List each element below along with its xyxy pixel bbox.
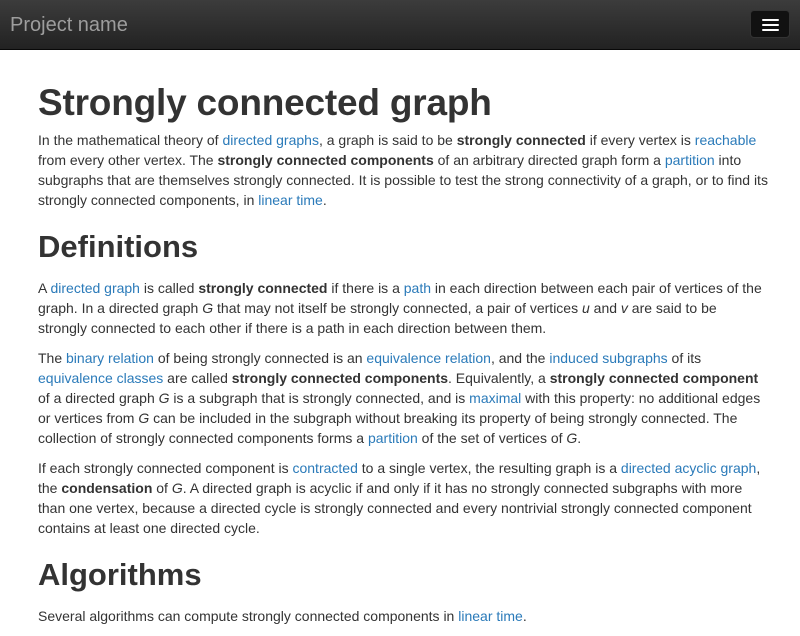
link-equivalence-relation[interactable]: equivalence relation: [366, 350, 491, 366]
brand-link[interactable]: Project name: [10, 13, 128, 37]
section-heading-algorithms: Algorithms: [38, 557, 202, 592]
link-induced-subgraphs[interactable]: induced subgraphs: [549, 350, 667, 366]
link-directed-graph[interactable]: directed graph: [50, 280, 140, 296]
navbar: Project name: [0, 0, 800, 50]
main-content: Strongly connected graph In the mathemat…: [38, 50, 768, 636]
definitions-paragraph-3: If each strongly connected component is …: [38, 460, 761, 536]
section-heading-definitions: Definitions: [38, 229, 199, 264]
link-path[interactable]: path: [404, 280, 431, 296]
page-title: Strongly connected graph: [38, 82, 492, 123]
definitions-paragraph-2: The binary relation of being strongly co…: [38, 350, 761, 446]
link-partition[interactable]: partition: [665, 152, 715, 168]
link-partition-2[interactable]: partition: [368, 430, 418, 446]
intro-paragraph: In the mathematical theory of directed g…: [38, 132, 768, 208]
link-reachable[interactable]: reachable: [695, 132, 757, 148]
link-binary-relation[interactable]: binary relation: [66, 350, 154, 366]
link-equivalence-classes[interactable]: equivalence classes: [38, 370, 163, 386]
link-contracted[interactable]: contracted: [292, 460, 357, 476]
link-linear-time[interactable]: linear time: [258, 192, 323, 208]
navbar-toggle-button[interactable]: [750, 10, 790, 38]
definitions-paragraph-1: A directed graph is called strongly conn…: [38, 280, 762, 336]
algorithms-paragraph-1: Several algorithms can compute strongly …: [38, 608, 527, 624]
link-directed-graphs[interactable]: directed graphs: [222, 132, 319, 148]
link-directed-acyclic-graph[interactable]: directed acyclic graph: [621, 460, 756, 476]
link-linear-time-2[interactable]: linear time: [458, 608, 523, 624]
link-maximal[interactable]: maximal: [469, 390, 521, 406]
